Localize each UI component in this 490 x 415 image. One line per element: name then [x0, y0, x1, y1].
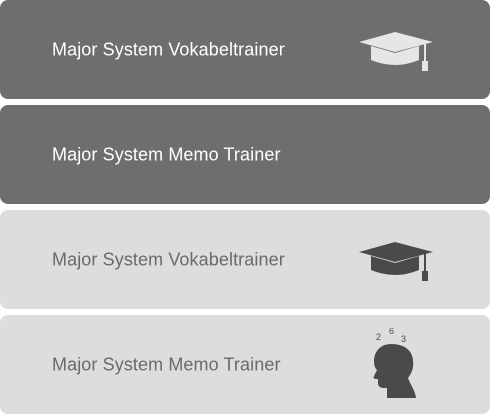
- vokabeltrainer-button[interactable]: Major System Vokabeltrainer: [0, 0, 490, 99]
- tile-label: Major System Vokabeltrainer: [52, 39, 285, 59]
- head-numbers-icon: 2 6 3: [373, 328, 416, 398]
- memo-trainer-button[interactable]: Major System Memo Trainer 2 6 3: [0, 105, 490, 293]
- digit-label: 6: [389, 328, 394, 336]
- vokabeltrainer-button[interactable]: Major System Vokabeltrainer: [0, 210, 490, 309]
- tile-label: Major System Memo Trainer: [52, 144, 281, 164]
- tile-label: Major System Vokabeltrainer: [52, 249, 285, 269]
- memo-trainer-button[interactable]: Major System Memo Trainer 2 6 3: [0, 315, 490, 414]
- digit-label: 3: [401, 334, 406, 344]
- tile-label: Major System Memo Trainer: [52, 354, 281, 374]
- menu-list: Major System Vokabeltrainer Major System…: [0, 0, 490, 415]
- graduation-cap-icon: [359, 32, 433, 71]
- graduation-cap-icon: [359, 242, 433, 281]
- digit-label: 2: [376, 332, 381, 342]
